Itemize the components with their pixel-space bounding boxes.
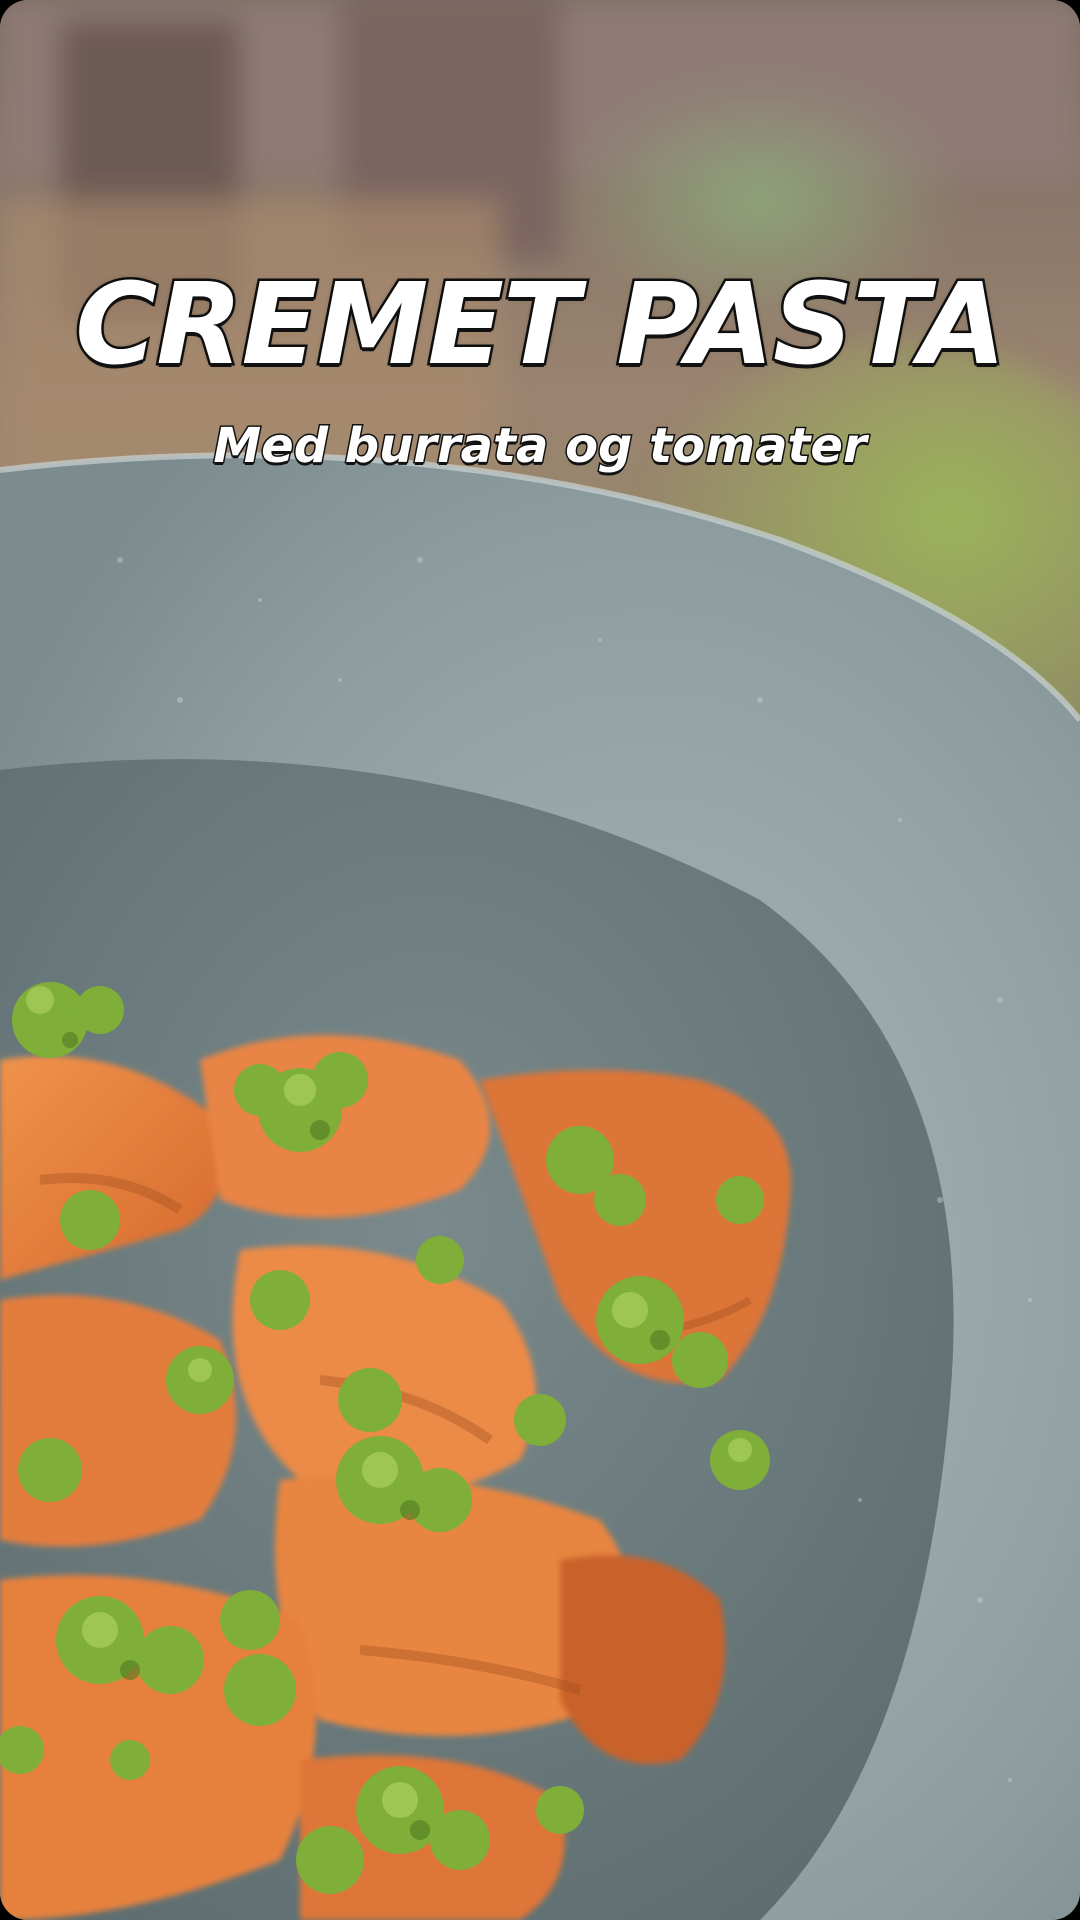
story-frame: CREMET PASTA Med burrata og tomater: [0, 0, 1080, 1920]
video-subtitle: Med burrata og tomater: [212, 417, 868, 476]
video-title: CREMET PASTA: [73, 258, 1009, 393]
